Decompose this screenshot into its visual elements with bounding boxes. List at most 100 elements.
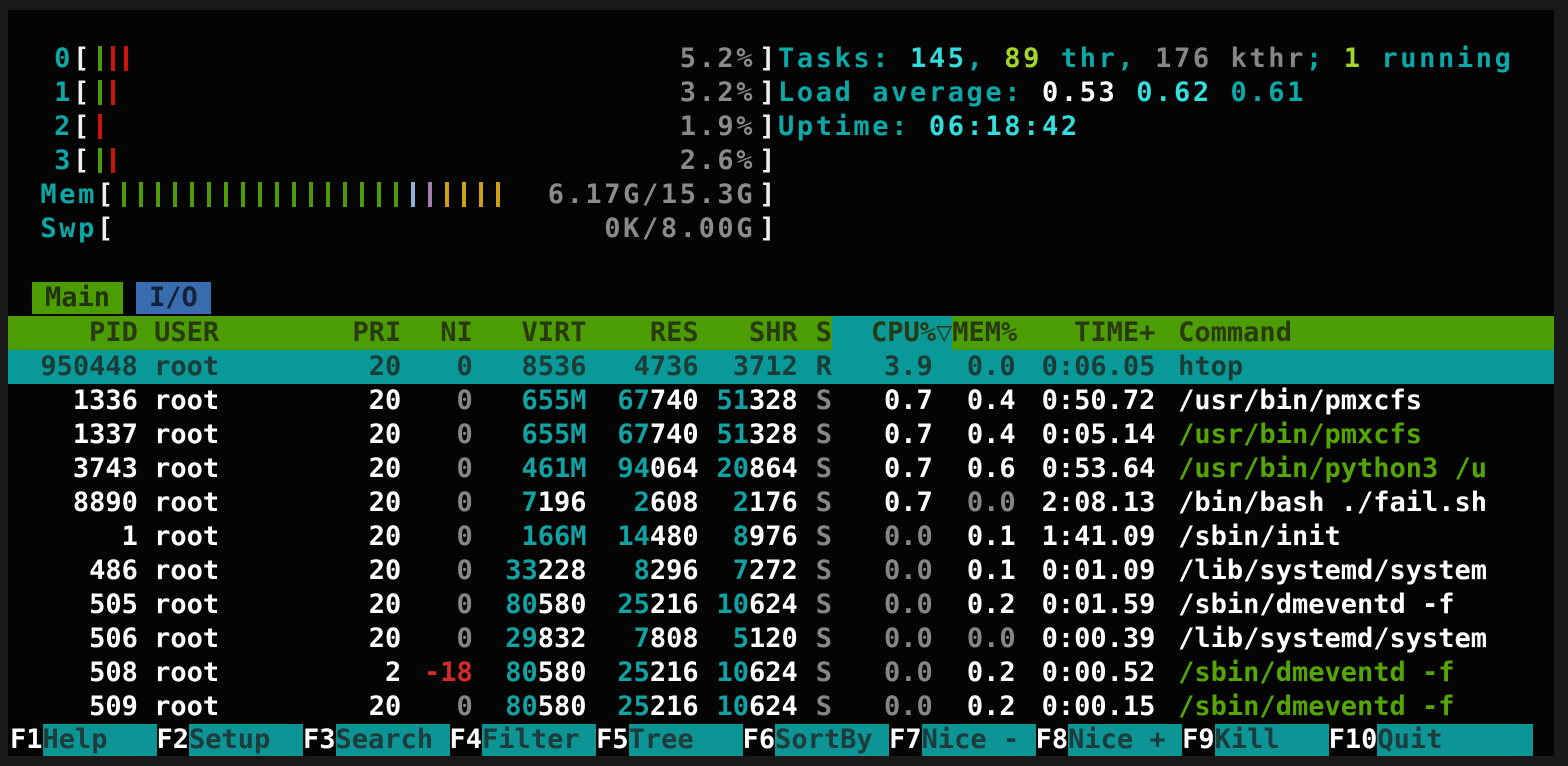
cell-res: 94064 [587,452,699,486]
column-header-cpu[interactable]: CPU%▽ [832,316,952,350]
cell-mem: 0.0 [933,622,1016,656]
cell-res: 8296 [587,554,699,588]
column-header-pri[interactable]: PRI [317,316,402,350]
column-header-user[interactable]: USER [154,316,317,350]
cell-text: 0 [456,453,472,484]
cell-text: root [154,589,219,620]
process-row[interactable]: 8890root200719626082176S0.70.02:08.13/bi… [8,486,1554,520]
process-row[interactable]: 506root2002983278085120S0.00.00:00.39/li… [8,622,1554,656]
cell-user: root [154,452,317,486]
cell-user: root [154,418,317,452]
cell-cpu: 0.0 [832,656,933,690]
cell-text: 0 [456,691,472,722]
fkey-help[interactable]: F1Help [10,724,157,756]
process-row[interactable]: 505root200805802521610624S0.00.20:01.59/… [8,588,1554,622]
summary-segment: 145 [910,43,967,74]
fkey-nice[interactable]: F8Nice + [1036,724,1183,756]
cell-s: S [798,384,832,418]
meter-close-bracket: ] [759,42,778,76]
cell-mem: 0.2 [933,588,1016,622]
cell-text: 508 [89,657,138,688]
meter-close-bracket: ] [759,110,778,144]
cell-text: 064 [650,453,699,484]
cell-pid: 950448 [16,350,138,384]
column-header-res[interactable]: RES [587,316,699,350]
cell-s: S [798,656,832,690]
cell-text: 20 [369,351,402,382]
cell-pid: 486 [16,554,138,588]
meter-tick [190,182,194,207]
cell-pid: 505 [16,588,138,622]
meter-value: 1.9% [680,110,755,144]
cell-text: 655M [521,385,586,416]
summary-segment: 06:18:42 [929,111,1080,142]
cell-ni: -18 [401,656,473,690]
column-header-time[interactable]: TIME+ [1017,316,1155,350]
tab-io[interactable]: I/O [136,282,211,314]
fkey-label: Filter [482,724,596,756]
summary-segment: thr, [1042,43,1155,74]
cell-ni: 0 [401,554,473,588]
fkey-nice[interactable]: F7Nice - [889,724,1036,756]
fkey-search[interactable]: F3Search [303,724,450,756]
tab-main[interactable]: Main [32,282,123,314]
column-header-shr[interactable]: SHR [699,316,798,350]
fkey-quit[interactable]: F10Quit [1329,724,1534,756]
cell-cmd: /usr/bin/pmxcfs [1178,384,1554,418]
cell-text: 67 [617,419,650,450]
cell-text: 461M [521,453,586,484]
process-row[interactable]: 508root2-18805802521610624S0.00.20:00.52… [8,656,1554,690]
process-row[interactable]: 950448root200853647363712R3.90.00:06.05h… [8,350,1554,384]
cell-res: 14480 [587,520,699,554]
column-header-virt[interactable]: VIRT [473,316,587,350]
process-row[interactable]: 3743root200461M9406420864S0.70.60:53.64/… [8,452,1554,486]
cell-text: 580 [538,691,587,722]
meter-open-bracket: [ [73,76,92,110]
meter-tick [224,182,228,207]
column-header-ni[interactable]: NI [401,316,473,350]
cell-text: 8 [733,521,749,552]
fkey-sortby[interactable]: F6SortBy [743,724,890,756]
table-header-row: PID USERPRINIVIRTRESSHRSCPU%▽MEM%TIME+ Com… [8,316,1554,350]
cell-text: /lib/systemd/system [1178,623,1487,654]
column-header-s[interactable]: S [798,316,832,350]
process-row[interactable]: 509root200805802521610624S0.00.20:00.15/… [8,690,1554,724]
cell-time: 0:50.72 [1016,384,1156,418]
process-row[interactable]: 1337root200655M6774051328S0.70.40:05.14/… [8,418,1554,452]
function-key-bar: F1HelpF2SetupF3SearchF4FilterF5TreeF6Sor… [10,724,1533,756]
cell-text: 0:53.64 [1042,453,1156,484]
meter-tick [343,182,347,207]
fkey-kill[interactable]: F9Kill [1182,724,1329,756]
cell-text: 506 [89,623,138,654]
fkey-label: Setup [189,724,303,756]
fkey-number: F6 [743,724,776,756]
fkey-tree[interactable]: F5Tree [596,724,743,756]
column-header-cmd[interactable]: Command [1178,316,1554,350]
process-row[interactable]: 486root2003322882967272S0.00.10:01.09/li… [8,554,1554,588]
cell-shr: 7272 [699,554,798,588]
process-row[interactable]: 1336root200655M6774051328S0.70.40:50.72/… [8,384,1554,418]
cell-text: 80 [505,657,538,688]
cell-time: 0:06.05 [1016,350,1156,384]
column-header-pid[interactable]: PID [16,316,138,350]
cell-user: root [154,486,317,520]
meter-tick [98,46,102,71]
cell-mem: 0.1 [933,520,1016,554]
cell-res: 67740 [587,384,699,418]
meter-bar: 6.17G/15.3G [116,178,759,212]
process-row[interactable]: 1root200166M144808976S0.00.11:41.09/sbin… [8,520,1554,554]
cell-s: S [798,690,832,724]
cell-text: 1 [122,521,138,552]
fkey-filter[interactable]: F4Filter [450,724,597,756]
fkey-label: Nice + [1068,724,1182,756]
cell-text: 166M [521,521,586,552]
cell-text: 120 [749,623,798,654]
cell-mem: 0.2 [933,690,1016,724]
cell-s: S [798,520,832,554]
cell-text: S [816,385,832,416]
fkey-setup[interactable]: F2Setup [157,724,304,756]
cell-ni: 0 [401,588,473,622]
cell-cmd: /sbin/dmeventd -f [1178,656,1554,690]
cell-text: 14 [617,521,650,552]
column-header-mem[interactable]: MEM% [952,316,1017,350]
